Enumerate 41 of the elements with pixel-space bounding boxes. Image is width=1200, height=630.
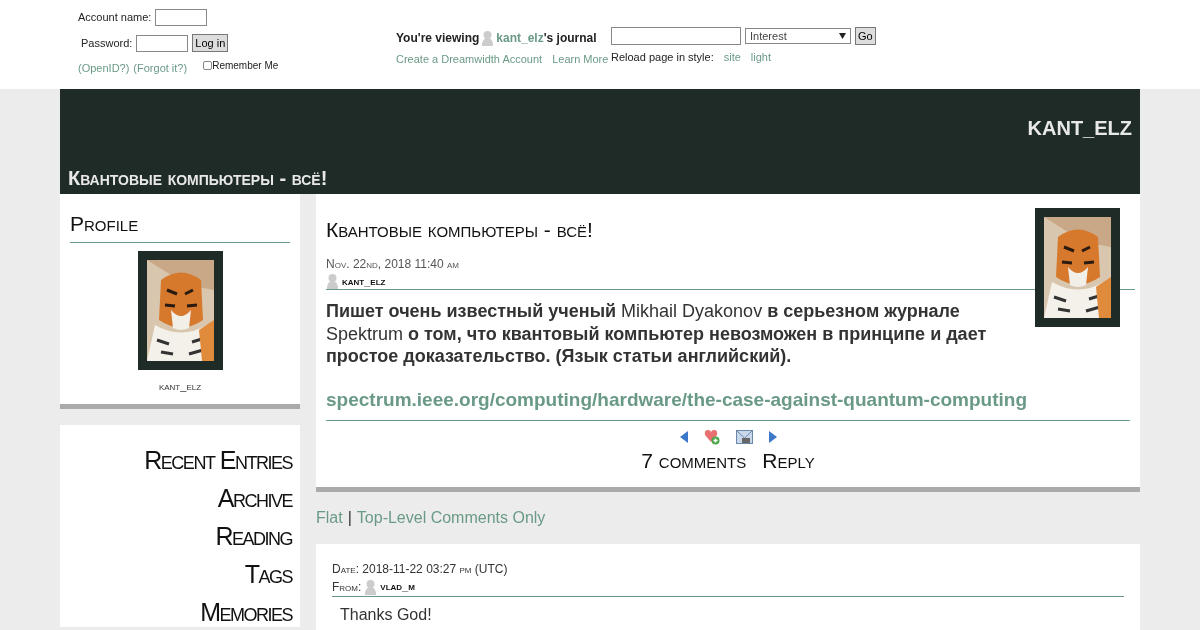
viewing-text: You're viewing xyxy=(396,30,480,47)
field-label: Password: xyxy=(81,35,133,51)
entry-text: Пишет очень известный ученый Mikhail Dyakonov в серьезном журнале Spektrum о том, что квантовый компьютер невозможен в принципе и дает простое доказательство. (Язык статьи английский). xyxy=(326,300,988,368)
comments-link[interactable]: 7 comments xyxy=(641,445,747,477)
checkbox[interactable] xyxy=(203,60,213,70)
reply-link[interactable]: Reply xyxy=(762,445,815,477)
user-icon xyxy=(326,272,339,289)
style-label: Reload page in style: xyxy=(611,50,714,65)
journal-title: Квантовые компьютеры - всё! xyxy=(68,166,329,191)
go-button[interactable]: Go xyxy=(855,27,876,45)
comment-text: Thanks God! xyxy=(340,604,433,625)
profile-heading: Profile xyxy=(70,208,290,243)
next-icon[interactable] xyxy=(768,431,777,443)
login-button[interactable]: Log in xyxy=(192,34,229,52)
comment-date: Date: 2018-11-22 03:27 pm (UTC) xyxy=(332,560,509,578)
nav-link[interactable]: Archive xyxy=(217,483,292,513)
nav-link[interactable]: Reading xyxy=(215,521,292,551)
user-icon xyxy=(481,30,495,46)
entry-title: Квантовые компьютеры - всё! xyxy=(326,217,594,243)
from-label: From: xyxy=(332,578,362,596)
checkbox-label: Remember Me xyxy=(212,58,279,73)
nav-link[interactable]: Memories xyxy=(200,597,292,627)
entry-date: Nov. 22nd, 2018 11:40 am xyxy=(326,255,460,273)
viewing-text: 's journal xyxy=(543,30,597,47)
search-field[interactable] xyxy=(611,27,741,45)
journal-username: KANT_ELZ xyxy=(1026,116,1132,141)
previous-icon[interactable] xyxy=(679,431,688,443)
profile-name: kant_elz xyxy=(157,378,203,394)
envelope-icon[interactable] xyxy=(735,430,753,444)
nav-link[interactable]: Tags xyxy=(244,559,292,589)
input-field[interactable] xyxy=(155,9,208,26)
author-link[interactable]: kant_elz xyxy=(342,272,386,289)
heart-plus-icon[interactable] xyxy=(703,429,720,445)
separator: | xyxy=(347,507,352,528)
commenter-link[interactable]: vlad_m xyxy=(380,578,415,595)
input-field[interactable] xyxy=(136,34,189,52)
user-icon xyxy=(364,578,378,595)
nav-link[interactable]: Recent Entries xyxy=(144,445,292,475)
caret-icon xyxy=(839,33,846,39)
interest-dropdown[interactable]: Interest xyxy=(745,28,851,44)
field-label: Account name: xyxy=(78,10,152,26)
